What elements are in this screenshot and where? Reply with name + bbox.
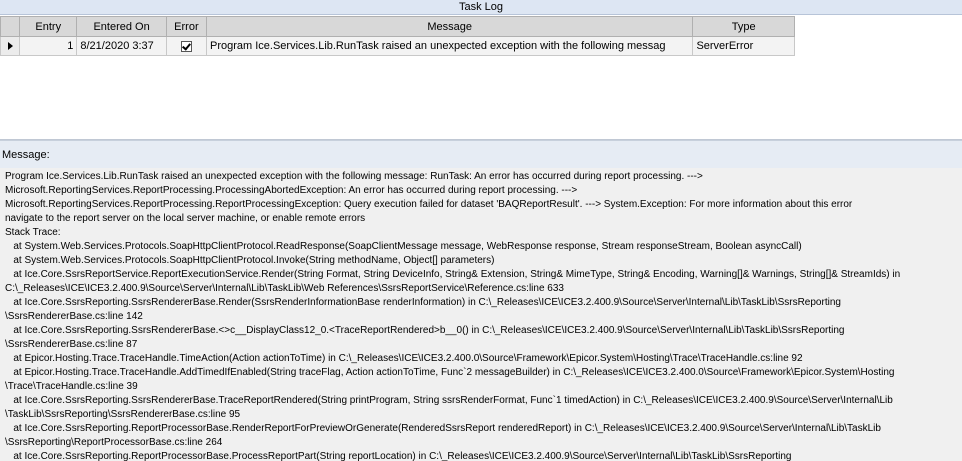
column-header-type[interactable]: Type [692,16,795,37]
column-header-entry[interactable]: Entry [19,16,78,37]
row-selector[interactable] [0,36,21,56]
header-row-selector [0,16,21,37]
message-text-area[interactable]: Program Ice.Services.Lib.RunTask raised … [0,168,962,461]
message-label: Message: [2,149,50,161]
message-panel-header: Message: [0,140,962,169]
window-title: Task Log [0,0,962,15]
cell-entered-on[interactable]: 8/21/2020 3:37 [76,36,167,56]
task-log-grid: Entry Entered On Error Message Type 1 8/… [0,16,795,56]
current-row-arrow-icon [7,42,13,51]
column-header-message[interactable]: Message [205,16,694,37]
table-row[interactable]: 1 8/21/2020 3:37 Program Ice.Services.Li… [0,36,795,56]
error-checkbox[interactable] [180,40,192,52]
cell-error[interactable] [165,36,208,56]
cell-entry[interactable]: 1 [19,36,78,56]
column-header-error[interactable]: Error [165,16,208,37]
cell-message[interactable]: Program Ice.Services.Lib.RunTask raised … [205,36,694,56]
column-header-entered-on[interactable]: Entered On [76,16,167,37]
cell-type[interactable]: ServerError [692,36,795,56]
message-text[interactable]: Program Ice.Services.Lib.RunTask raised … [0,168,962,461]
grid-header-row: Entry Entered On Error Message Type [0,16,795,37]
